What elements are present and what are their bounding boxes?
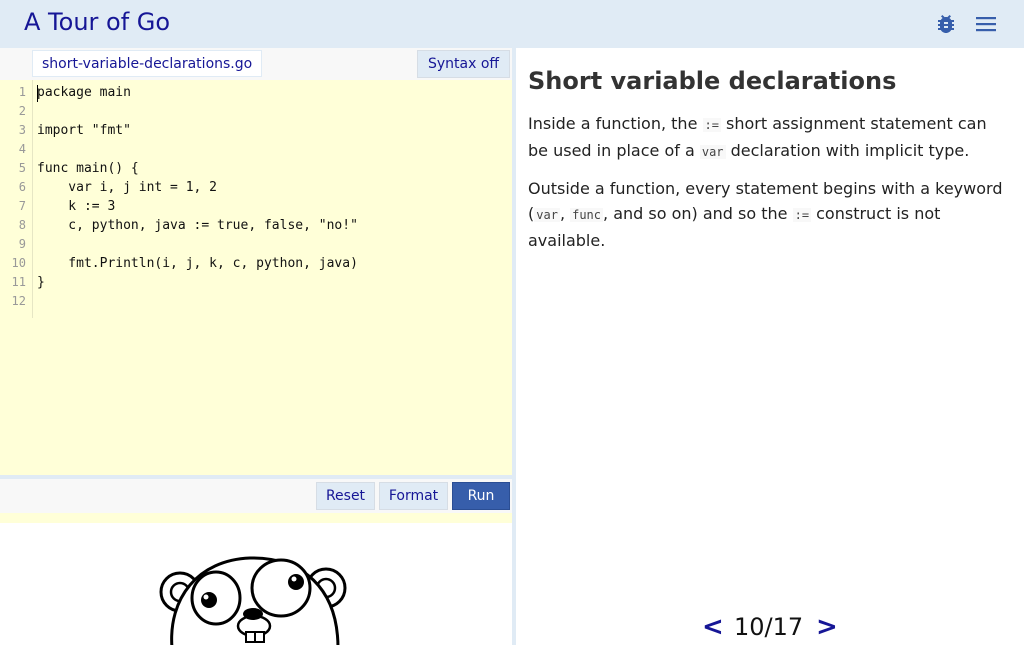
app-title[interactable]: A Tour of Go — [24, 7, 170, 37]
output-toolbar: Reset Format Run — [0, 479, 512, 513]
reset-button[interactable]: Reset — [316, 482, 375, 510]
code-line[interactable]: import "fmt" — [37, 121, 131, 140]
line-number: 6 — [18, 180, 26, 194]
lesson-panel: Short variable declarations Inside a fun… — [516, 48, 1024, 645]
code-line[interactable]: func main() { — [37, 159, 139, 178]
code-line[interactable]: k := 3 — [37, 197, 115, 216]
line-number-gutter: 1 2 3 4 5 6 7 8 9 10 11 12 — [0, 80, 33, 318]
run-button[interactable]: Run — [452, 482, 510, 510]
lesson-title: Short variable declarations — [528, 67, 897, 95]
inline-code: var — [534, 208, 560, 222]
syntax-toggle-button[interactable]: Syntax off — [417, 50, 510, 78]
previous-page-button[interactable]: < — [702, 610, 724, 644]
line-number: 8 — [18, 218, 26, 232]
top-bar: A Tour of Go — [0, 0, 1024, 48]
bug-icon[interactable] — [934, 12, 958, 36]
line-number: 12 — [11, 294, 26, 308]
inline-code: := — [792, 208, 812, 222]
line-number: 2 — [18, 104, 26, 118]
line-number: 9 — [18, 237, 26, 251]
hamburger-menu-icon[interactable] — [974, 12, 998, 36]
line-number: 3 — [18, 123, 26, 137]
line-number: 11 — [11, 275, 26, 289]
line-number: 7 — [18, 199, 26, 213]
gopher-mascot-image — [150, 548, 360, 645]
lesson-paragraph: Inside a function, the := short assignme… — [528, 114, 987, 160]
code-editor[interactable]: 1 2 3 4 5 6 7 8 9 10 11 12 package main … — [0, 80, 512, 523]
line-number: 5 — [18, 161, 26, 175]
page-indicator: 10/17 — [734, 613, 804, 641]
inline-code: var — [699, 145, 726, 159]
line-number: 4 — [18, 142, 26, 156]
code-line[interactable]: fmt.Println(i, j, k, c, python, java) — [37, 254, 358, 273]
line-number: 1 — [18, 85, 26, 99]
lesson-pager: < 10/17 > — [516, 610, 1024, 644]
lesson-paragraph: Outside a function, every statement begi… — [528, 179, 1003, 250]
code-line[interactable]: package main — [37, 83, 131, 102]
code-line[interactable]: var i, j int = 1, 2 — [37, 178, 217, 197]
line-number: 10 — [11, 256, 26, 270]
file-tab[interactable]: short-variable-declarations.go — [32, 50, 263, 77]
code-line[interactable]: } — [37, 273, 45, 292]
file-tab-bar: short-variable-declarations.go Syntax of… — [0, 48, 512, 80]
inline-code: := — [702, 118, 721, 132]
format-button[interactable]: Format — [379, 482, 448, 510]
code-line[interactable]: c, python, java := true, false, "no!" — [37, 216, 358, 235]
inline-code: func — [570, 208, 604, 222]
next-page-button[interactable]: > — [816, 610, 838, 644]
